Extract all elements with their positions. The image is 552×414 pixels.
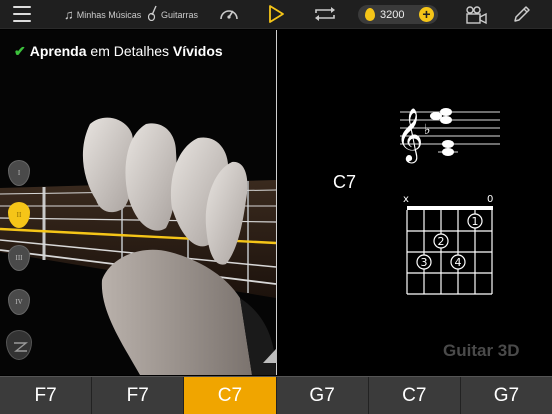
chord-cell[interactable]: C7: [369, 377, 461, 414]
finger-3-label: 3: [421, 256, 428, 269]
pick-logo-icon[interactable]: [6, 330, 32, 360]
guitar-hand-illustration: [0, 117, 276, 375]
chord-cell[interactable]: G7: [277, 377, 369, 414]
chord-sequence-strip: F7 F7 C7 G7 C7 G7: [0, 376, 552, 414]
finger-1-label: 1: [472, 215, 479, 228]
treble-clef-icon: 𝄞: [396, 107, 423, 163]
chord-cell[interactable]: F7: [0, 377, 93, 414]
tagline-middle: em Detalhes: [86, 43, 173, 59]
tagline-bold-1: Aprenda: [29, 43, 87, 59]
guitars-button[interactable]: Guitarras: [147, 0, 199, 29]
chord-cell[interactable]: G7: [461, 377, 552, 414]
speedometer-icon[interactable]: [218, 4, 240, 29]
check-icon: ✔: [14, 43, 26, 59]
chord-name: C7: [333, 172, 357, 192]
finger-4-label: 4: [455, 256, 462, 269]
flat-sign-icon: ♭: [424, 122, 431, 138]
open-string-marker: 0: [487, 194, 493, 205]
video-camera-icon[interactable]: [464, 5, 488, 30]
tagline: ✔ Aprenda em Detalhes Vívidos: [14, 43, 223, 60]
coin-balance: 3200 +: [358, 5, 438, 24]
my-songs-button[interactable]: ♫ Minhas Músicas: [64, 0, 141, 29]
add-coins-button[interactable]: +: [419, 7, 434, 22]
guitars-label: Guitarras: [161, 9, 199, 20]
coin-icon: [365, 8, 375, 21]
repeat-icon[interactable]: [312, 5, 338, 28]
muted-string-marker: x: [403, 194, 409, 205]
top-toolbar: ♫ Minhas Músicas Guitarras 3200 +: [0, 0, 552, 29]
finger-2-label: 2: [438, 235, 445, 248]
hamburger-menu-icon[interactable]: [13, 6, 31, 22]
guitar-3d-view[interactable]: ✔ Aprenda em Detalhes Vívidos I II III IV: [0, 30, 276, 375]
chord-cell-active[interactable]: C7: [184, 377, 277, 414]
play-icon[interactable]: [266, 4, 286, 29]
brand-watermark: Guitar 3D: [443, 341, 520, 360]
chord-diagram: x 0 1 2 3 4: [403, 194, 493, 295]
coin-value: 3200: [380, 8, 405, 21]
music-note-icon: ♫: [64, 7, 74, 22]
guitar-icon: [147, 5, 158, 24]
tagline-bold-2: Vívidos: [172, 43, 223, 59]
chord-cell[interactable]: F7: [92, 377, 185, 414]
staff-notation: 𝄞 ♭: [396, 107, 500, 163]
my-songs-label: Minhas Músicas: [76, 9, 142, 20]
chord-info-panel: 𝄞 ♭ C7 x 0 1 2 3 4 Guitar 3D: [277, 30, 552, 375]
pencil-icon[interactable]: [512, 4, 532, 29]
